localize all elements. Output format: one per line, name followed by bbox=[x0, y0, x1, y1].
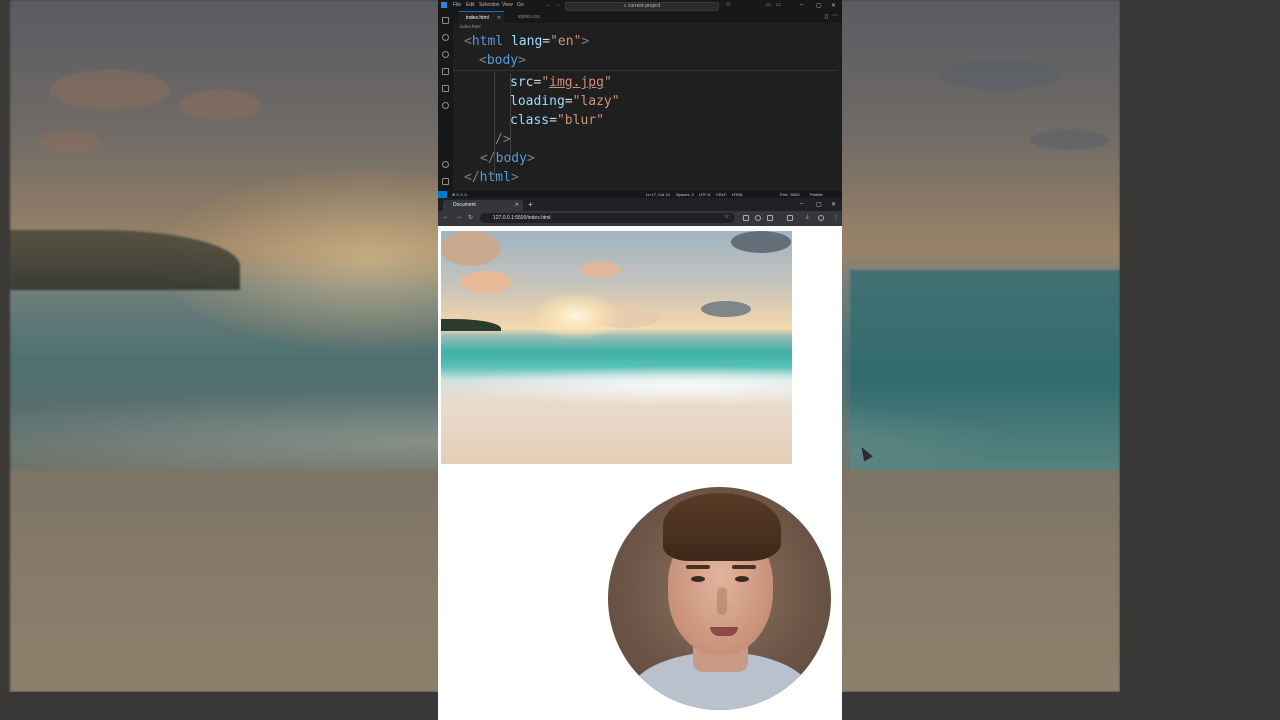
menu-selection[interactable]: Selection bbox=[479, 2, 500, 8]
beach-image bbox=[441, 231, 792, 464]
code-line: <body> bbox=[479, 53, 526, 68]
vscode-logo-icon bbox=[441, 2, 447, 8]
extensions-icon[interactable] bbox=[442, 85, 449, 92]
testing-icon[interactable] bbox=[442, 102, 449, 109]
code-line: /> bbox=[495, 132, 511, 147]
page-viewport bbox=[438, 228, 842, 720]
reload-icon[interactable]: ↻ bbox=[468, 214, 473, 221]
vscode-window: File Edit Selection View Go ← → ⌕ curren… bbox=[438, 0, 842, 198]
breadcrumb[interactable]: index.html bbox=[460, 24, 481, 29]
menu-go[interactable]: Go bbox=[517, 2, 524, 8]
code-line: <html lang="en"> bbox=[464, 34, 590, 49]
split-editor-icon[interactable]: ▯ bbox=[825, 13, 828, 20]
panel-icon[interactable]: ▭ bbox=[776, 2, 781, 8]
browser-toolbar: ← → ↻ 127.0.0.1:5500/index.html ☆ ⤓ ⋮ bbox=[438, 211, 842, 226]
code-line: loading="lazy" bbox=[510, 94, 620, 109]
remote-icon[interactable] bbox=[438, 191, 447, 198]
back-arrow-icon[interactable]: ← bbox=[546, 2, 551, 8]
code-line: class="blur" bbox=[510, 113, 604, 128]
activity-bar bbox=[438, 11, 453, 191]
status-bar: ⊗ 0 ⚠ 0 Ln 17, Col 10 Spaces: 2 UTF-8 CR… bbox=[438, 191, 842, 198]
browser-window: Document ✕ + – ▢ ✕ ← → ↻ 127.0.0.1:5500/i… bbox=[438, 198, 842, 720]
copilot-icon[interactable]: ⚇ bbox=[726, 2, 730, 8]
side-panel-icon[interactable] bbox=[787, 215, 793, 221]
editor-tabs: index.html ✕ styles.css ▯ ⋯ bbox=[453, 11, 842, 23]
profile-avatar-icon[interactable] bbox=[818, 215, 824, 221]
close-tab-icon[interactable]: ✕ bbox=[497, 12, 501, 24]
address-bar[interactable]: 127.0.0.1:5500/index.html bbox=[480, 213, 735, 223]
forward-arrow-icon[interactable]: → bbox=[456, 214, 462, 220]
minimize-icon[interactable]: – bbox=[800, 201, 803, 207]
browser-tab-strip: Document ✕ + – ▢ ✕ bbox=[438, 198, 842, 211]
extension-icon[interactable] bbox=[743, 215, 749, 221]
problems-status[interactable]: ⊗ 0 ⚠ 0 bbox=[452, 191, 467, 198]
presenter-avatar bbox=[608, 487, 831, 710]
close-tab-icon[interactable]: ✕ bbox=[515, 200, 519, 211]
account-icon[interactable] bbox=[442, 161, 449, 168]
title-bar: File Edit Selection View Go ← → ⌕ curren… bbox=[438, 0, 842, 11]
command-center-search[interactable]: ⌕ current-project bbox=[565, 2, 719, 11]
right-margin bbox=[1120, 0, 1280, 720]
code-line: src="img.jpg" bbox=[510, 75, 612, 90]
tab-styles-css[interactable]: styles.css bbox=[511, 11, 551, 23]
language-mode[interactable]: HTML bbox=[732, 191, 743, 198]
menu-kebab-icon[interactable]: ⋮ bbox=[833, 214, 839, 221]
more-actions-icon[interactable]: ⋯ bbox=[832, 12, 838, 19]
search-icon[interactable] bbox=[442, 34, 449, 41]
eol-status[interactable]: CRLF bbox=[716, 191, 726, 198]
maximize-icon[interactable]: ▢ bbox=[816, 2, 822, 9]
extensions-puzzle-icon[interactable] bbox=[767, 215, 773, 221]
minimize-icon[interactable]: – bbox=[800, 2, 803, 8]
run-debug-icon[interactable] bbox=[442, 68, 449, 75]
bookmark-star-icon[interactable]: ☆ bbox=[724, 213, 729, 220]
explorer-icon[interactable] bbox=[442, 17, 449, 24]
settings-gear-icon[interactable] bbox=[442, 178, 449, 185]
menu-edit[interactable]: Edit bbox=[466, 2, 475, 8]
indentation-status[interactable]: Spaces: 2 bbox=[676, 191, 694, 198]
new-tab-icon[interactable]: + bbox=[528, 200, 533, 209]
source-control-icon[interactable] bbox=[442, 51, 449, 58]
close-icon[interactable]: ✕ bbox=[831, 201, 836, 208]
code-line: </html> bbox=[464, 170, 519, 185]
live-server-port[interactable]: Port : 5500 bbox=[780, 191, 800, 198]
forward-arrow-icon[interactable]: → bbox=[555, 2, 560, 8]
close-icon[interactable]: ✕ bbox=[831, 2, 836, 9]
cursor-position[interactable]: Ln 17, Col 10 bbox=[646, 191, 670, 198]
layout-icon[interactable]: ▭ bbox=[766, 2, 771, 8]
download-icon[interactable]: ⤓ bbox=[806, 214, 809, 221]
tab-index-html[interactable]: index.html ✕ bbox=[459, 11, 504, 23]
back-arrow-icon[interactable]: ← bbox=[443, 214, 449, 220]
code-line: </body> bbox=[480, 151, 535, 166]
menu-file[interactable]: File bbox=[453, 2, 461, 8]
menu-view[interactable]: View bbox=[502, 2, 513, 8]
extension-icon[interactable] bbox=[755, 215, 761, 221]
encoding-status[interactable]: UTF-8 bbox=[699, 191, 710, 198]
code-editor[interactable]: <html lang="en"> <body> src="img.jpg" lo… bbox=[453, 30, 842, 190]
maximize-icon[interactable]: ▢ bbox=[816, 201, 822, 208]
browser-tab-document[interactable]: Document ✕ bbox=[443, 200, 523, 211]
prettier-status[interactable]: Prettier bbox=[810, 191, 823, 198]
